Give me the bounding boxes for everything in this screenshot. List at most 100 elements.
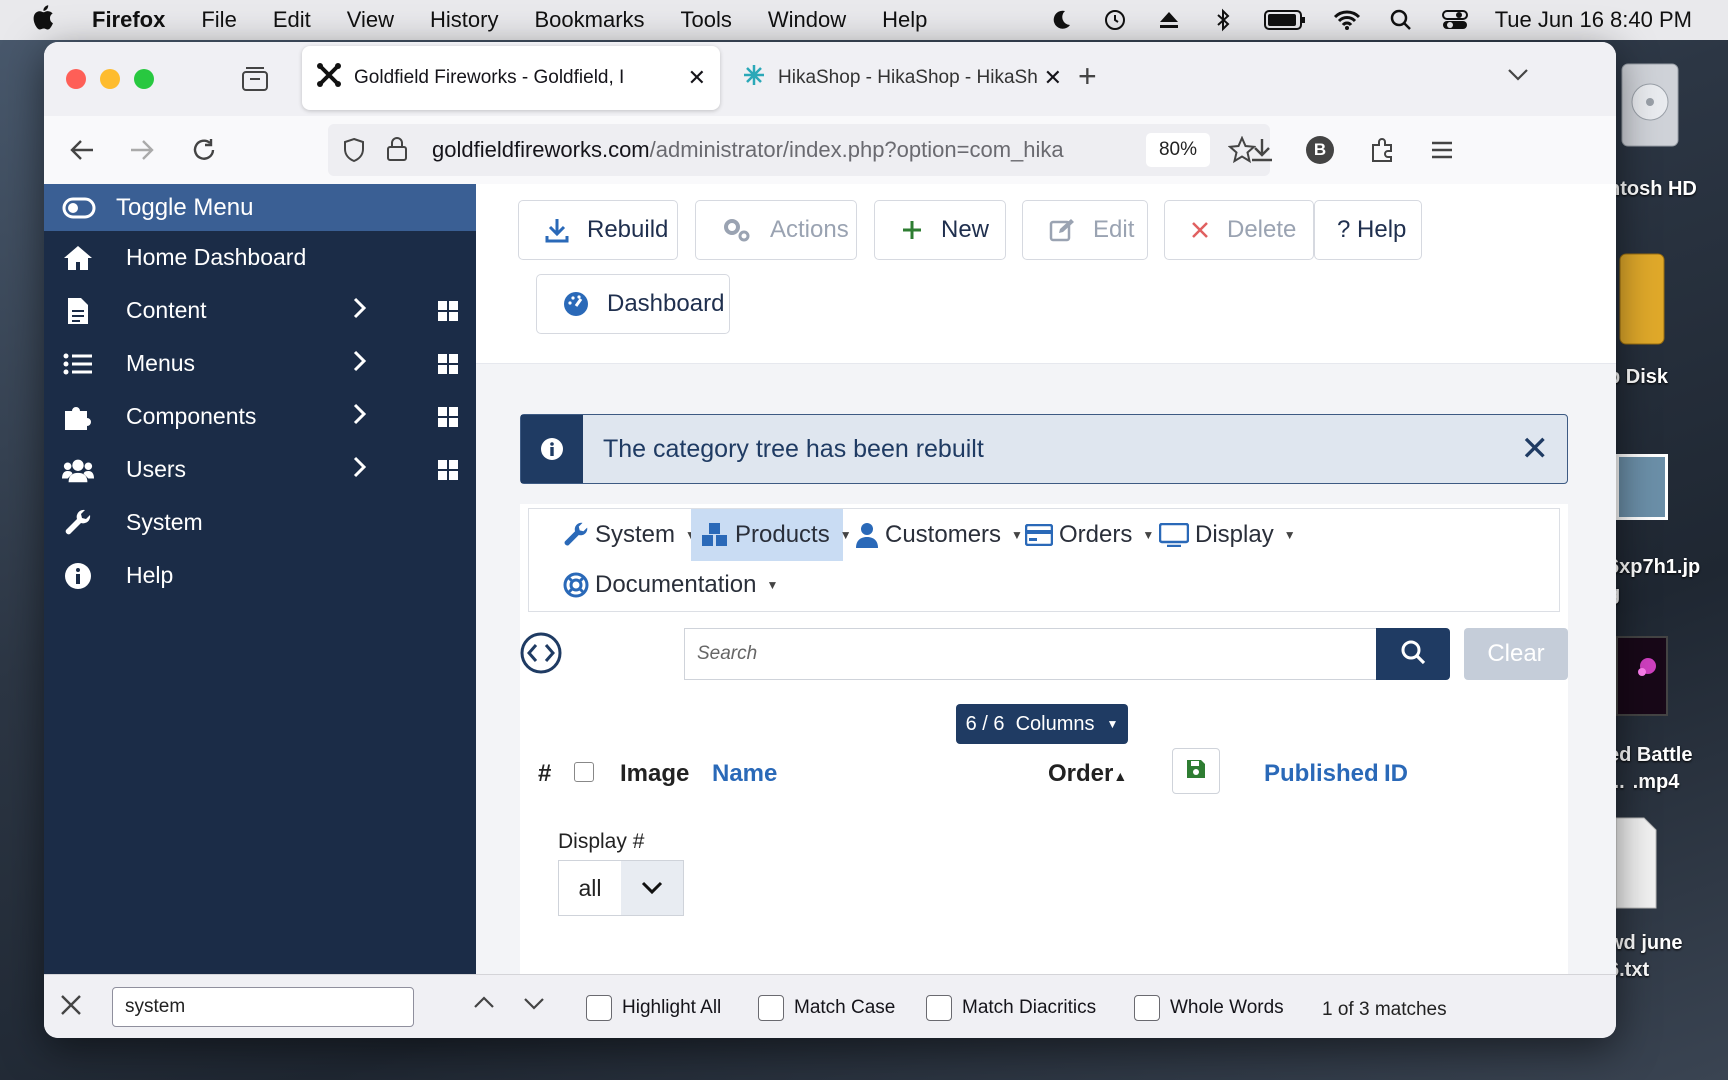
checkbox[interactable] [758, 995, 784, 1021]
backup-disk-icon[interactable] [1618, 252, 1668, 348]
toggle-menu-button[interactable]: Toggle Menu [44, 184, 476, 231]
dashboard-grid-icon[interactable] [438, 354, 458, 374]
desktop-item-txt[interactable]: wd june 6.txt [1608, 930, 1728, 984]
sidebar-item-help[interactable]: Help [44, 549, 476, 602]
menu-view[interactable]: View [347, 7, 394, 33]
time-machine-icon[interactable] [1101, 8, 1129, 32]
desktop-item-jpg[interactable]: 6xp7h1.jp g [1608, 554, 1728, 608]
dashboard-button[interactable]: Dashboard [536, 274, 730, 334]
menu-edit[interactable]: Edit [273, 7, 311, 33]
battery-icon[interactable] [1263, 8, 1307, 32]
checkbox[interactable] [586, 995, 612, 1021]
minimize-window-button[interactable] [100, 69, 120, 89]
delete-button[interactable]: Delete [1164, 200, 1314, 260]
select-all-checkbox[interactable] [574, 762, 594, 782]
moon-icon[interactable] [1047, 8, 1075, 32]
wifi-icon[interactable] [1333, 8, 1361, 32]
close-icon[interactable] [60, 991, 82, 1023]
columns-dropdown-button[interactable]: 6 / 6 Columns ▼ [956, 704, 1128, 744]
lock-icon[interactable] [386, 136, 408, 167]
hika-menu-customers[interactable]: Customers ▼ [855, 509, 1023, 561]
forward-icon[interactable] [124, 132, 160, 168]
control-center-icon[interactable] [1441, 8, 1469, 32]
match-diacritics-checkbox[interactable]: Match Diacritics [926, 995, 1096, 1021]
chevron-right-icon[interactable] [352, 297, 368, 325]
highlight-all-checkbox[interactable]: Highlight All [586, 995, 721, 1021]
sidebar-item-system[interactable]: System [44, 496, 476, 549]
downloads-icon[interactable] [1244, 132, 1280, 168]
menu-tools[interactable]: Tools [681, 7, 732, 33]
find-next-icon[interactable] [522, 991, 546, 1022]
checkbox[interactable] [926, 995, 952, 1021]
desktop-item-disk[interactable]: p Disk [1608, 364, 1728, 391]
rebuild-button[interactable]: Rebuild [518, 200, 678, 260]
zoom-level[interactable]: 80% [1146, 133, 1210, 167]
clear-button[interactable]: Clear [1464, 628, 1568, 680]
edit-button[interactable]: Edit [1022, 200, 1148, 260]
help-button[interactable]: ? Help [1314, 200, 1422, 260]
hard-drive-icon[interactable] [1618, 58, 1684, 154]
account-avatar[interactable]: B [1302, 132, 1338, 168]
url-bar[interactable]: goldfieldfireworks.com/administrator/ind… [328, 124, 1270, 176]
desktop-item-drive[interactable]: ntosh HD [1608, 176, 1728, 203]
checkbox[interactable] [1134, 995, 1160, 1021]
hika-menu-system[interactable]: System▼ [563, 509, 697, 561]
menu-app-firefox[interactable]: Firefox [92, 7, 165, 33]
chevron-right-icon[interactable] [352, 456, 368, 484]
desktop-item-mp4[interactable]: ed Battle ... .mp4 [1608, 742, 1728, 796]
new-tab-icon[interactable]: + [1078, 58, 1097, 95]
new-button[interactable]: New [874, 200, 1006, 260]
menubar-clock[interactable]: Tue Jun 16 8:40 PM [1495, 7, 1692, 33]
apple-icon[interactable] [32, 4, 72, 37]
close-icon[interactable]: ✕ [688, 65, 706, 91]
sidebar-item-content[interactable]: Content [44, 284, 476, 337]
column-name[interactable]: Name [712, 760, 777, 788]
shield-icon[interactable] [342, 137, 366, 168]
menu-bookmarks[interactable]: Bookmarks [534, 7, 644, 33]
hika-menu-documentation[interactable]: Documentation ▼ [563, 559, 778, 611]
url-text[interactable]: goldfieldfireworks.com/administrator/ind… [432, 137, 1132, 163]
hika-menu-products[interactable]: Products ▼ [691, 509, 852, 561]
column-id[interactable]: ID [1384, 760, 1408, 788]
chevron-right-icon[interactable] [352, 403, 368, 431]
hika-menu-display[interactable]: Display ▼ [1159, 509, 1296, 561]
dashboard-grid-icon[interactable] [438, 407, 458, 427]
hika-menu-orders[interactable]: Orders ▼ [1025, 509, 1154, 561]
close-icon[interactable]: ✕ [1044, 65, 1062, 91]
tab-hikashop[interactable]: HikaShop - HikaShop - HikaShop ✕ [728, 46, 1076, 110]
text-file-icon[interactable] [1614, 816, 1658, 912]
save-order-button[interactable] [1172, 748, 1220, 794]
code-toggle-icon[interactable] [520, 632, 562, 679]
dashboard-grid-icon[interactable] [438, 301, 458, 321]
list-all-tabs-icon[interactable] [1506, 62, 1530, 91]
image-thumbnail[interactable] [1616, 454, 1668, 520]
tab-goldfield[interactable]: Goldfield Fireworks - Goldfield, I ✕ [302, 46, 720, 110]
zoom-window-button[interactable] [134, 69, 154, 89]
chevron-right-icon[interactable] [352, 350, 368, 378]
extensions-icon[interactable] [1364, 132, 1400, 168]
spotlight-search-icon[interactable] [1387, 8, 1415, 32]
dashboard-grid-icon[interactable] [438, 460, 458, 480]
tab-tray-icon[interactable] [240, 64, 270, 99]
eject-icon[interactable] [1155, 8, 1183, 32]
match-case-checkbox[interactable]: Match Case [758, 995, 895, 1021]
menu-help[interactable]: Help [882, 7, 927, 33]
display-count-select[interactable]: all [558, 860, 684, 916]
column-order[interactable]: Order▲ [1048, 760, 1127, 788]
alert-close-button[interactable]: ✕ [1521, 429, 1550, 469]
find-previous-icon[interactable] [472, 991, 496, 1022]
find-input[interactable]: system [112, 987, 414, 1027]
sidebar-item-menus[interactable]: Menus [44, 337, 476, 390]
back-icon[interactable] [64, 132, 100, 168]
close-window-button[interactable] [66, 69, 86, 89]
sidebar-item-components[interactable]: Components [44, 390, 476, 443]
search-button[interactable] [1376, 628, 1450, 680]
column-published[interactable]: Published [1264, 760, 1379, 788]
sidebar-item-home-dashboard[interactable]: Home Dashboard [44, 231, 476, 284]
hamburger-menu-icon[interactable] [1424, 132, 1460, 168]
menu-file[interactable]: File [201, 7, 236, 33]
actions-button[interactable]: Actions [695, 200, 857, 260]
reload-icon[interactable] [186, 132, 222, 168]
video-thumbnail[interactable] [1616, 636, 1668, 716]
bluetooth-icon[interactable] [1209, 8, 1237, 32]
